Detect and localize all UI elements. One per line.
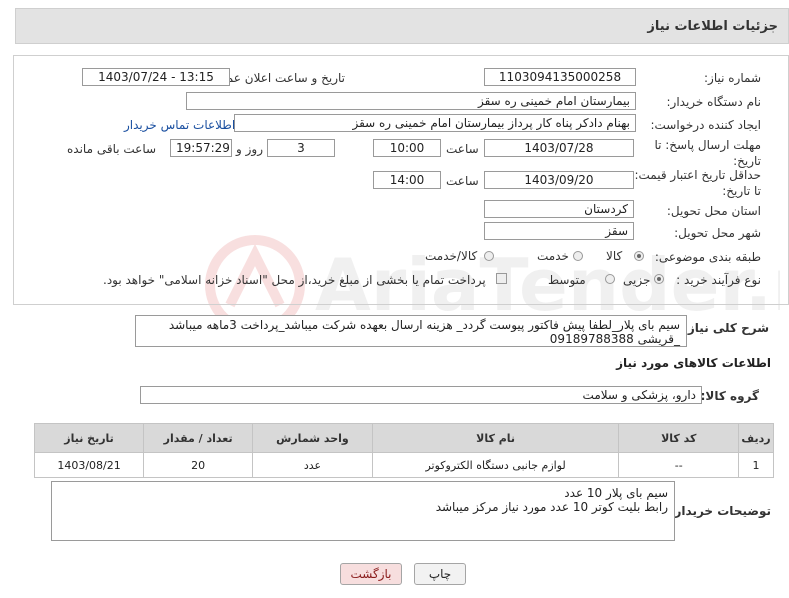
col-name: نام کالا [371,423,620,453]
announce-field: 1403/07/24 - 13:15 [82,68,230,86]
goods-group-field: دارو، پزشکی و سلامت [140,386,702,404]
category-label: طبقه بندی موضوعی: [654,250,761,264]
category-option-goods-service: کالا/خدمت [425,249,478,263]
contact-info-link[interactable]: اطلاعات تماس خریدار [124,118,235,132]
buyer-notes-line1: سیم بای پلار 10 عدد [564,486,668,500]
deadline-time-label: ساعت [446,142,479,156]
need-number-field: 1103094135000258 [484,68,636,86]
deadline-date-field: 1403/07/28 [484,139,634,157]
validity-time-field: 14:00 [373,171,441,189]
cell-qty: 20 [143,452,254,478]
cell-name: لوازم جانبی دستگاه الکتروکوتر [371,452,620,478]
page-title: جزئیات اطلاعات نیاز [647,19,778,34]
treasury-checkbox[interactable] [496,273,507,284]
print-button[interactable]: چاپ [414,563,466,585]
remaining-time-field: 19:57:29 [170,139,232,157]
requester-label: ایجاد کننده درخواست: [650,118,761,132]
category-option-goods: کالا [606,249,623,263]
validity-label: حداقل تاریخ اعتبار قیمت: تا تاریخ: [634,168,761,198]
process-radio-minor[interactable] [654,274,664,284]
cell-date: 1403/08/21 [33,452,145,478]
table-row: 1 -- لوازم جانبی دستگاه الکتروکوتر عدد 2… [33,452,774,478]
goods-table: ردیف کد کالا نام کالا واحد شمارش تعداد /… [33,423,774,478]
category-radio-service[interactable] [573,251,583,261]
col-unit: واحد شمارش [252,423,373,453]
category-option-service: خدمت [537,249,569,263]
goods-section-title: اطلاعات کالاهای مورد نیاز [616,356,771,370]
requester-field: بهنام دادکر پناه کار پرداز بیمارستان اما… [234,114,636,132]
treasury-note: پرداخت تمام یا بخشی از مبلغ خرید،از محل … [103,273,486,287]
city-field: سقز [484,222,634,240]
description-textarea: سیم بای پلار_لطفا پیش فاکتور پیوست گردد_… [135,315,687,347]
cell-row: 1 [738,452,774,478]
process-option-minor: جزیی [623,273,651,287]
validity-date-field: 1403/09/20 [484,171,634,189]
buyer-notes-label: توضیحات خریدار: [669,504,771,518]
cell-code: -- [618,452,740,478]
need-number-label: شماره نیاز: [704,71,761,85]
deadline-label: مهلت ارسال پاسخ: تا تاریخ: [654,138,761,168]
category-radio-goods[interactable] [634,251,644,261]
buyer-notes-line2: رابط بلیت کوتر 10 عدد مورد نیاز مرکز میب… [435,500,668,514]
remaining-time-label: ساعت باقی مانده [67,142,157,156]
category-radio-goods-service[interactable] [484,251,494,261]
buyer-org-field: بیمارستان امام خمینی ره سقز [186,92,636,110]
days-field: 3 [267,139,335,157]
back-button[interactable]: بازگشت [340,563,402,585]
description-label: شرح کلی نیاز: [683,321,769,335]
goods-group-label: گروه کالا: [700,389,759,403]
buyer-org-label: نام دستگاه خریدار: [666,95,762,109]
goods-table-header: ردیف کد کالا نام کالا واحد شمارش تعداد /… [33,423,774,453]
col-row: ردیف [738,423,774,453]
cell-unit: عدد [252,452,373,478]
page-header: جزئیات اطلاعات نیاز [15,8,789,44]
days-label: روز و [236,142,263,156]
buyer-notes-box: سیم بای پلار 10 عدد رابط بلیت کوتر 10 عد… [51,481,675,541]
col-code: کد کالا [618,423,740,453]
province-label: استان محل تحویل: [666,204,761,218]
city-label: شهر محل تحویل: [674,226,761,240]
col-qty: تعداد / مقدار [143,423,254,453]
deadline-time-field: 10:00 [373,139,441,157]
province-field: کردستان [484,200,634,218]
col-date: تاریخ نیاز [33,423,145,453]
process-option-medium: متوسط [548,273,586,287]
validity-time-label: ساعت [446,174,479,188]
process-radio-medium[interactable] [605,274,615,284]
process-label: نوع فرآیند خرید : [676,273,761,287]
